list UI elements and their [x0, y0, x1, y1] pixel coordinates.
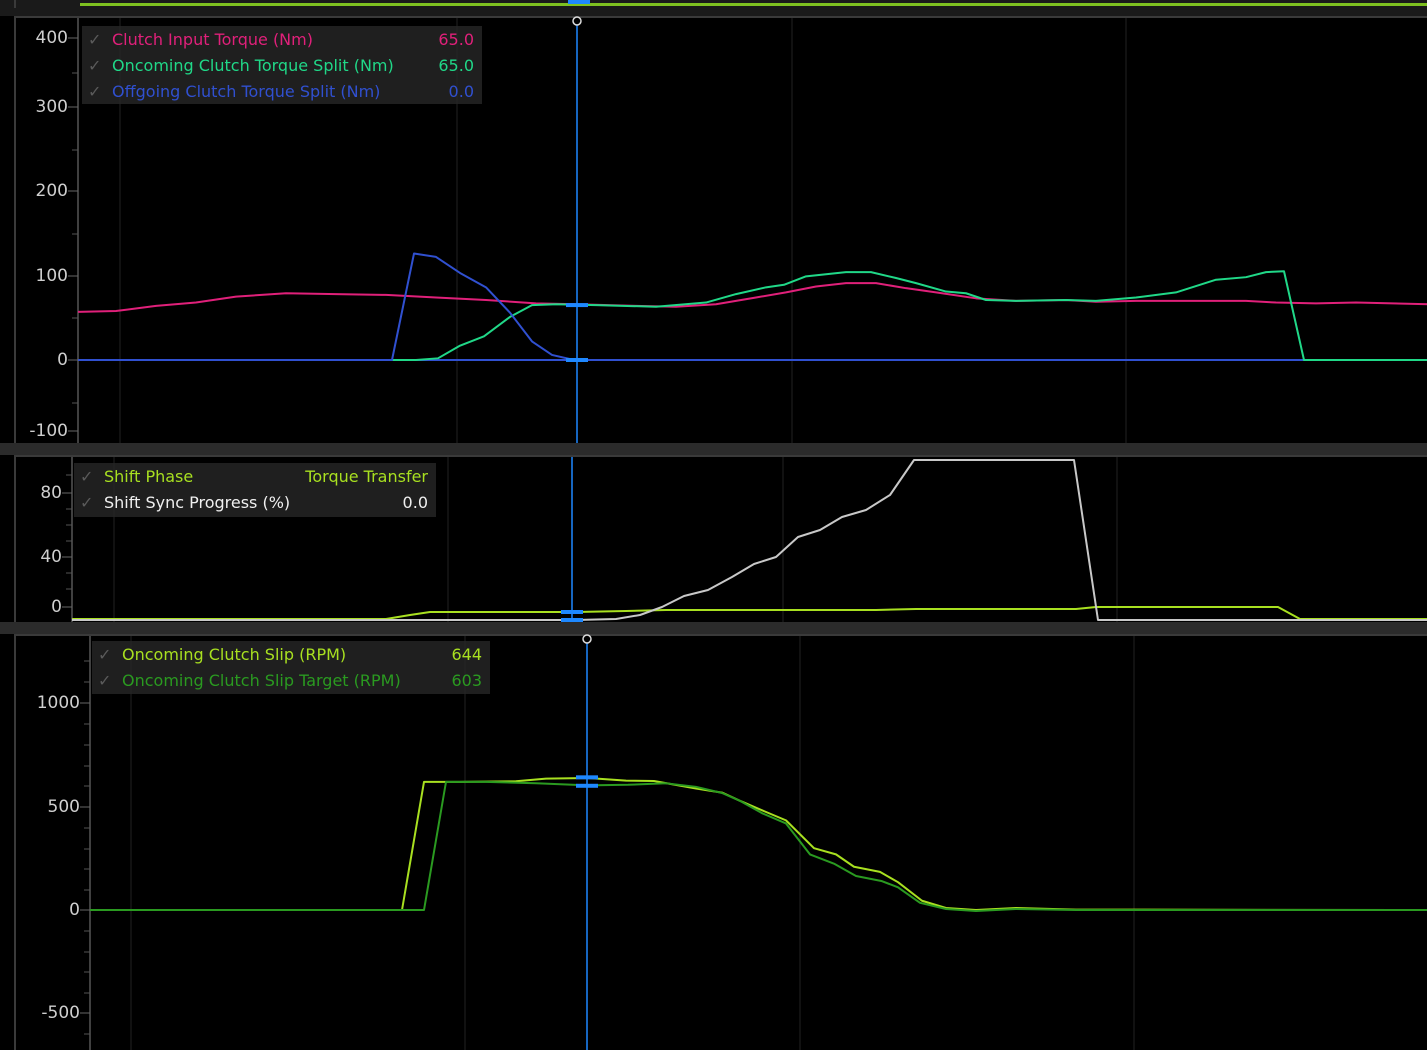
- top-panel-trace: [80, 3, 1427, 6]
- legend-item[interactable]: ✓ Clutch Input Torque (Nm) 65.0: [82, 28, 482, 52]
- panel-divider[interactable]: [0, 622, 1427, 634]
- legend-series-name: Oncoming Clutch Slip (RPM): [122, 645, 347, 664]
- top-panel-border: [14, 0, 16, 8]
- y-tick-label: 400: [35, 28, 68, 48]
- y-tick-label: -100: [29, 421, 68, 441]
- legend-series-name: Offgoing Clutch Torque Split (Nm): [112, 82, 381, 101]
- legend-item[interactable]: ✓ Offgoing Clutch Torque Split (Nm) 0.0: [82, 80, 482, 104]
- legend-series-name: Clutch Input Torque (Nm): [112, 30, 313, 49]
- y-tick-label: 1000: [36, 693, 80, 713]
- legend-series-value: 603: [451, 671, 482, 690]
- cursor-value-marker: [566, 358, 588, 362]
- y-tick-label: 500: [47, 797, 80, 817]
- visibility-check-icon[interactable]: ✓: [88, 82, 101, 101]
- visibility-check-icon[interactable]: ✓: [80, 467, 93, 486]
- legend-series-name: Oncoming Clutch Torque Split (Nm): [112, 56, 394, 75]
- y-tick-label: 300: [35, 97, 68, 117]
- clutch-slip-legend: ✓ Oncoming Clutch Slip (RPM) 644 ✓ Oncoming …: [92, 641, 490, 694]
- legend-series-value: Torque Transfer: [305, 467, 428, 486]
- y-tick-label: 0: [69, 900, 80, 920]
- legend-series-value: 644: [451, 645, 482, 664]
- y-tick-label: 200: [35, 181, 68, 201]
- y-tick-label: 80: [40, 483, 62, 503]
- legend-item[interactable]: ✓ Oncoming Clutch Slip Target (RPM) 603: [92, 669, 490, 693]
- legend-series-value: 0.0: [448, 82, 474, 101]
- oncoming-clutch-slip-target-line: [90, 780, 1427, 913]
- visibility-check-icon[interactable]: ✓: [80, 493, 93, 512]
- y-tick-label: 0: [57, 350, 68, 370]
- legend-series-name: Oncoming Clutch Slip Target (RPM): [122, 671, 401, 690]
- legend-item[interactable]: ✓ Oncoming Clutch Torque Split (Nm) 65.0: [82, 54, 482, 78]
- oncoming-torque-split-line: [392, 270, 1427, 361]
- torque-legend: ✓ Clutch Input Torque (Nm) 65.0 ✓ Oncoming C…: [82, 26, 482, 104]
- cursor-value-marker: [576, 775, 598, 780]
- clutch-input-torque-line: [77, 282, 1427, 313]
- time-cursor-handle[interactable]: [582, 634, 592, 644]
- legend-item[interactable]: ✓ Shift Phase Torque Transfer: [74, 465, 436, 489]
- legend-series-value: 0.0: [402, 493, 428, 512]
- legend-series-name: Shift Phase: [104, 467, 194, 486]
- top-panel-strip: [0, 0, 1427, 16]
- visibility-check-icon[interactable]: ✓: [98, 671, 111, 690]
- cursor-value-marker: [561, 610, 583, 614]
- shift-phase-chart-panel[interactable]: 80 40 0 ✓ Shift Phase Torque Transfer ✓ Shift …: [14, 455, 1427, 624]
- y-tick-label: 100: [35, 266, 68, 286]
- shift-phase-line: [72, 606, 1427, 620]
- y-tick-label: -500: [41, 1003, 80, 1023]
- time-cursor-handle[interactable]: [572, 16, 582, 26]
- legend-series-name: Shift Sync Progress (%): [104, 493, 291, 512]
- shift-phase-legend: ✓ Shift Phase Torque Transfer ✓ Shift Sync P…: [74, 463, 436, 517]
- legend-item[interactable]: ✓ Shift Sync Progress (%) 0.0: [74, 491, 436, 515]
- oncoming-clutch-slip-line: [90, 776, 1427, 911]
- y-tick-label: 40: [40, 547, 62, 567]
- cursor-value-marker: [576, 783, 598, 788]
- visibility-check-icon[interactable]: ✓: [88, 56, 101, 75]
- panel-divider[interactable]: [0, 443, 1427, 455]
- legend-series-value: 65.0: [438, 56, 474, 75]
- visibility-check-icon[interactable]: ✓: [98, 645, 111, 664]
- cursor-marker-top[interactable]: [568, 0, 590, 4]
- torque-chart-panel[interactable]: 400 300 200 100 0 -100 ✓ Clutch Input Torque (…: [14, 16, 1427, 445]
- legend-item[interactable]: ✓ Oncoming Clutch Slip (RPM) 644: [92, 643, 490, 667]
- legend-series-value: 65.0: [438, 30, 474, 49]
- clutch-slip-chart-canvas[interactable]: [16, 634, 1427, 1050]
- clutch-slip-chart-panel[interactable]: 1000 500 0 -500 ✓ Oncoming Clutch Slip (RPM)…: [14, 634, 1427, 1050]
- y-tick-label: 0: [51, 597, 62, 617]
- cursor-value-marker: [566, 303, 588, 308]
- visibility-check-icon[interactable]: ✓: [88, 30, 101, 49]
